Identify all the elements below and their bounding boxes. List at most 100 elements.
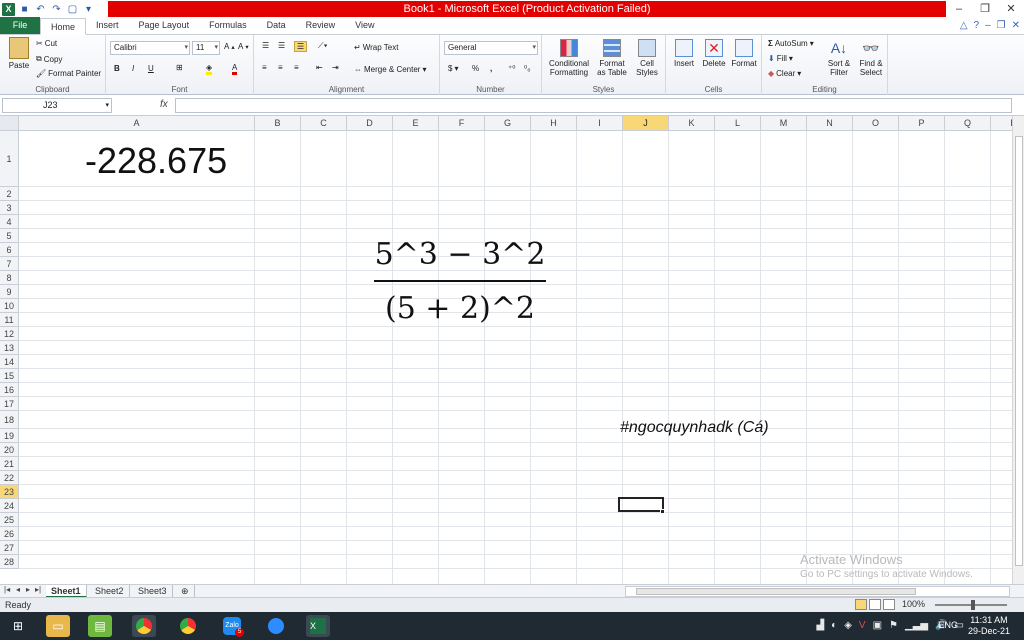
active-cell-selection[interactable] — [618, 497, 664, 512]
select-all-corner[interactable] — [0, 116, 19, 131]
autosum-button[interactable]: Σ AutoSum ▾ — [768, 39, 814, 48]
redo-icon[interactable]: ↷ — [50, 3, 63, 16]
last-sheet-icon[interactable]: ▸| — [35, 585, 41, 594]
notes-tray-icon[interactable]: ▣ — [873, 620, 882, 631]
column-header-b[interactable]: B — [255, 116, 301, 131]
increase-indent-icon[interactable]: ⇥ — [332, 63, 339, 72]
column-header-r[interactable]: R — [991, 116, 1012, 131]
network-tray-icon[interactable]: ◐ — [831, 620, 837, 631]
font-name-combo[interactable]: Calibri ▾ — [110, 41, 190, 55]
fill-handle[interactable] — [660, 509, 665, 514]
new-file-icon[interactable]: ▢ — [66, 3, 79, 16]
zoom-app-icon[interactable] — [264, 615, 288, 637]
column-header-e[interactable]: E — [393, 116, 439, 131]
zoom-slider[interactable] — [935, 600, 1007, 610]
page-layout-view-icon[interactable] — [869, 599, 881, 610]
column-header-g[interactable]: G — [485, 116, 531, 131]
row-header-19[interactable]: 19 — [0, 429, 19, 443]
normal-view-icon[interactable] — [855, 599, 867, 610]
tab-page-layout[interactable]: Page Layout — [129, 17, 200, 34]
row-header-22[interactable]: 22 — [0, 471, 19, 485]
zalo-icon[interactable]: Zalo 5 — [220, 615, 244, 637]
paste-button[interactable]: Paste — [4, 37, 34, 70]
conditional-formatting-button[interactable]: Conditional Formatting — [546, 39, 592, 77]
grow-font-button[interactable]: A ▴ — [224, 42, 235, 51]
align-right-icon[interactable]: ≡ — [294, 63, 299, 72]
percent-button[interactable]: % — [472, 64, 479, 73]
flag-tray-icon[interactable]: ⚑ — [889, 620, 898, 631]
font-size-combo[interactable]: 11 ▾ — [192, 41, 220, 55]
row-header-16[interactable]: 16 — [0, 383, 19, 397]
workbook-restore-icon[interactable]: ❐ — [997, 20, 1006, 31]
column-header-i[interactable]: I — [577, 116, 623, 131]
row-header-13[interactable]: 13 — [0, 341, 19, 355]
borders-button[interactable]: ⊞ — [176, 63, 183, 72]
format-painter-button[interactable]: 🖌 Format Painter — [36, 69, 101, 78]
column-header-d[interactable]: D — [347, 116, 393, 131]
excel-taskbar-icon[interactable]: X — [306, 615, 330, 637]
clock[interactable]: 11:31 AM 29-Dec-21 — [968, 615, 1010, 637]
cell-j18[interactable]: #ngocquynhadk (Cá) — [620, 419, 769, 437]
vertical-scrollbar[interactable] — [1012, 116, 1024, 584]
customize-qat-icon[interactable]: ▾ — [82, 3, 95, 16]
zoom-level[interactable]: 100% — [902, 599, 925, 609]
column-header-a[interactable]: A — [19, 116, 255, 131]
horizontal-scrollbar[interactable] — [625, 586, 1010, 597]
fill-color-button[interactable]: ◈ — [206, 63, 213, 75]
increase-decimal-icon[interactable]: ⁺⁰ — [508, 64, 515, 73]
decrease-decimal-icon[interactable]: ⁰₀ — [524, 64, 531, 73]
font-color-button[interactable]: A — [232, 63, 238, 75]
row-header-9[interactable]: 9 — [0, 285, 19, 299]
row-header-20[interactable]: 20 — [0, 443, 19, 457]
align-left-icon[interactable]: ≡ — [262, 63, 267, 72]
row-header-7[interactable]: 7 — [0, 257, 19, 271]
row-header-3[interactable]: 3 — [0, 201, 19, 215]
prev-sheet-icon[interactable]: ◂ — [16, 585, 20, 594]
workbook-minimize-icon[interactable]: – — [985, 20, 991, 31]
chart-tray-icon[interactable]: ▟ — [816, 620, 824, 631]
worksheet-grid[interactable]: -228.675 5^3 − 3^2 (5 + 2)^2 #ngocquynha… — [0, 116, 1012, 584]
align-top-icon[interactable]: ☰ — [262, 41, 269, 50]
bold-button[interactable]: B — [114, 64, 120, 73]
row-header-21[interactable]: 21 — [0, 457, 19, 471]
clear-button[interactable]: ◆ Clear ▾ — [768, 69, 801, 78]
shrink-font-button[interactable]: A ▾ — [238, 42, 249, 51]
formula-input[interactable] — [175, 98, 1012, 113]
column-header-q[interactable]: Q — [945, 116, 991, 131]
sort-filter-button[interactable]: A↓ Sort & Filter — [824, 39, 854, 77]
vertical-scroll-thumb[interactable] — [1015, 136, 1023, 566]
delete-cells-button[interactable]: ✕ Delete — [700, 39, 728, 68]
row-header-1[interactable]: 1 — [0, 131, 19, 187]
row-header-28[interactable]: 28 — [0, 555, 19, 569]
tab-formulas[interactable]: Formulas — [199, 17, 257, 34]
name-box[interactable]: J23 ▾ — [2, 98, 112, 113]
column-header-f[interactable]: F — [439, 116, 485, 131]
column-header-h[interactable]: H — [531, 116, 577, 131]
file-explorer-icon[interactable]: ▭ — [46, 615, 70, 637]
row-header-23[interactable]: 23 — [0, 485, 19, 499]
row-header-24[interactable]: 24 — [0, 499, 19, 513]
tab-review[interactable]: Review — [296, 17, 346, 34]
row-header-15[interactable]: 15 — [0, 369, 19, 383]
row-header-8[interactable]: 8 — [0, 271, 19, 285]
row-header-6[interactable]: 6 — [0, 243, 19, 257]
row-header-27[interactable]: 27 — [0, 541, 19, 555]
row-header-2[interactable]: 2 — [0, 187, 19, 201]
row-header-14[interactable]: 14 — [0, 355, 19, 369]
next-sheet-icon[interactable]: ▸ — [26, 585, 30, 594]
column-header-m[interactable]: M — [761, 116, 807, 131]
find-select-button[interactable]: 👓 Find & Select — [856, 39, 886, 77]
row-header-26[interactable]: 26 — [0, 527, 19, 541]
copy-button[interactable]: ⧉ Copy — [36, 54, 62, 64]
row-header-10[interactable]: 10 — [0, 299, 19, 313]
help-icon[interactable]: ? — [974, 20, 980, 31]
underline-button[interactable]: U — [148, 64, 154, 73]
tab-insert[interactable]: Insert — [86, 17, 129, 34]
minimize-ribbon-icon[interactable]: △ — [960, 20, 968, 31]
save-icon[interactable]: ■ — [18, 3, 31, 16]
row-header-5[interactable]: 5 — [0, 229, 19, 243]
books-app-icon[interactable]: ▤ — [88, 615, 112, 637]
cut-button[interactable]: ✂ Cut — [36, 39, 57, 48]
vivaldi-tray-icon[interactable]: V — [859, 620, 866, 631]
align-middle-icon[interactable]: ☰ — [278, 41, 285, 50]
